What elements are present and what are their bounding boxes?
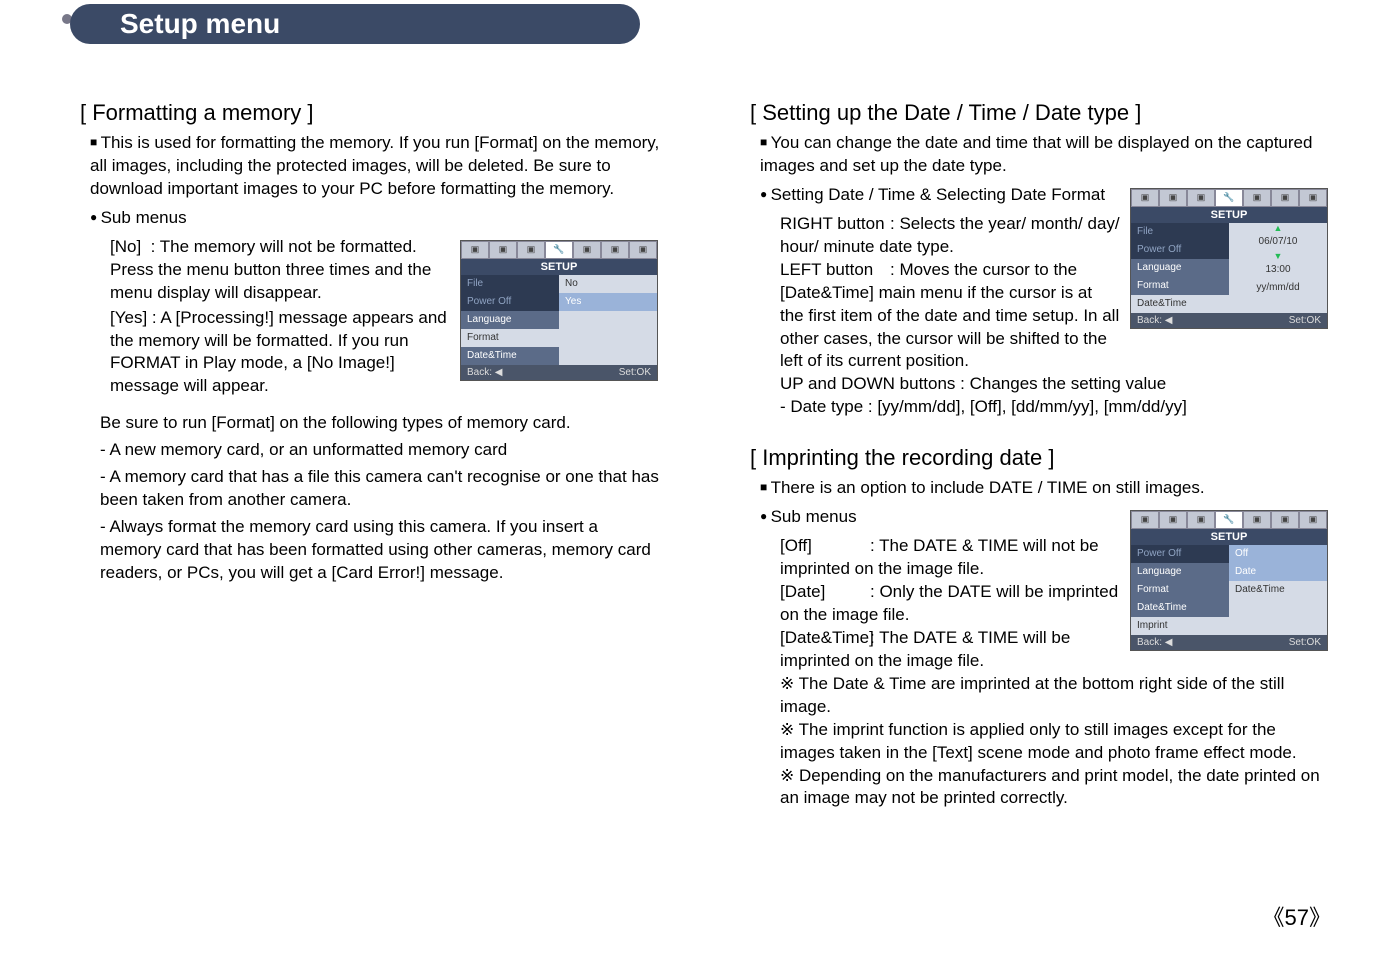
menu-setok: Set:OK: [1289, 315, 1321, 326]
note-3: - Always format the memory card using th…: [100, 516, 660, 585]
heading-formatting: [ Formatting a memory ]: [80, 100, 660, 126]
menu-tab-icon: ▣: [489, 241, 517, 259]
left-column: [ Formatting a memory ] This is used for…: [50, 94, 660, 810]
yes-text: : A [Processing!] message appears and th…: [110, 308, 447, 396]
menu-item: Power Off: [1131, 241, 1229, 259]
menu-tab-icon: ▣: [1299, 189, 1327, 207]
menu-title: SETUP: [1131, 529, 1327, 545]
menu-setok: Set:OK: [1289, 637, 1321, 648]
menu-tab-icon: ▣: [1187, 511, 1215, 529]
menu-back: Back: ◀: [467, 367, 502, 378]
menu-option: No: [559, 275, 657, 293]
menu-tab-icon: ▣: [1159, 189, 1187, 207]
datetime-label: [Date&Time]: [780, 627, 870, 650]
menu-option: Date&Time: [1229, 581, 1327, 599]
menu-tab-icon: ▣: [1131, 511, 1159, 529]
right-column: [ Setting up the Date / Time / Date type…: [720, 94, 1330, 810]
menu-tab-icon: ▣: [573, 241, 601, 259]
menu-item: File: [461, 275, 559, 293]
menu-item: File: [1131, 223, 1229, 241]
menu-item: Power Off: [461, 293, 559, 311]
banner-title: Setup menu: [120, 8, 280, 40]
setup-menu-format: ▣ ▣ ▣ 🔧 ▣ ▣ ▣ SETUP File Power Off Langu: [460, 240, 660, 381]
menu-item: Format: [1131, 277, 1229, 295]
menu-tab-icon: ▣: [1299, 511, 1327, 529]
menu-tab-icon: ▣: [1271, 189, 1299, 207]
setup-menu-date: ▣ ▣ ▣ 🔧 ▣ ▣ ▣ SETUP File Power Off Langu: [1130, 188, 1330, 329]
menu-option: Off: [1229, 545, 1327, 563]
menu-title: SETUP: [1131, 207, 1327, 223]
menu-item: Format: [461, 329, 559, 347]
menu-item: Date&Time: [1131, 599, 1229, 617]
date-intro: You can change the date and time that wi…: [760, 132, 1330, 178]
menu-time-value: 13:00: [1229, 261, 1327, 279]
imprint-note-2: The imprint function is applied only to …: [780, 719, 1330, 765]
menu-tab-icon: 🔧: [545, 241, 573, 259]
off-label: [Off]: [780, 535, 870, 558]
menu-item: Imprint: [1131, 617, 1229, 635]
note-1: - A new memory card, or an unformatted m…: [100, 439, 660, 462]
imprint-note-3: Depending on the manufacturers and print…: [780, 765, 1330, 811]
menu-option: Yes: [559, 293, 657, 311]
banner: Setup menu: [0, 0, 1381, 54]
menu-item: Format: [1131, 581, 1229, 599]
menu-tab-icon: ▣: [517, 241, 545, 259]
menu-tab-icon: ▣: [601, 241, 629, 259]
menu-item: Language: [1131, 259, 1229, 277]
no-text: : The memory will not be formatted. Pres…: [110, 237, 431, 302]
menu-tab-icon: 🔧: [1215, 511, 1243, 529]
right-button-label: RIGHT button: [780, 213, 890, 236]
setup-menu-imprint: ▣ ▣ ▣ 🔧 ▣ ▣ ▣ SETUP Power Off Language F: [1130, 510, 1330, 651]
menu-item: Power Off: [1131, 545, 1229, 563]
left-button-label: LEFT button: [780, 259, 890, 282]
submenus-label: Sub menus: [90, 207, 660, 230]
menu-datetype-value: yy/mm/dd: [1229, 279, 1327, 297]
yes-label: [Yes]: [110, 308, 147, 327]
page-number: 《57》: [1263, 900, 1331, 932]
menu-tab-icon: ▣: [1243, 189, 1271, 207]
format-intro: This is used for formatting the memory. …: [90, 132, 660, 201]
note-2: - A memory card that has a file this cam…: [100, 466, 660, 512]
menu-item: Language: [1131, 563, 1229, 581]
date-label: [Date]: [780, 581, 870, 604]
menu-title: SETUP: [461, 259, 657, 275]
menu-item: Date&Time: [1131, 295, 1229, 313]
menu-tab-icon: ▣: [1187, 189, 1215, 207]
be-sure-text: Be sure to run [Format] on the following…: [100, 412, 660, 435]
menu-back: Back: ◀: [1137, 315, 1172, 326]
menu-tab-icon: ▣: [461, 241, 489, 259]
no-label: [No]: [110, 237, 141, 256]
menu-tab-icon: ▣: [1271, 511, 1299, 529]
menu-item: Language: [461, 311, 559, 329]
menu-tab-icon: ▣: [1159, 511, 1187, 529]
menu-tab-icon: ▣: [629, 241, 657, 259]
menu-back: Back: ◀: [1137, 637, 1172, 648]
menu-item: Date&Time: [461, 347, 559, 365]
menu-tab-icon: 🔧: [1215, 189, 1243, 207]
datetype-text: - Date type : [yy/mm/dd], [Off], [dd/mm/…: [780, 396, 1330, 419]
menu-setok: Set:OK: [619, 367, 651, 378]
menu-date-value: 06/07/10: [1229, 233, 1327, 251]
menu-tab-icon: ▣: [1243, 511, 1271, 529]
updown-text: UP and DOWN buttons : Changes the settin…: [780, 373, 1330, 396]
imprint-note-1: The Date & Time are imprinted at the bot…: [780, 673, 1330, 719]
heading-imprint: [ Imprinting the recording date ]: [750, 445, 1330, 471]
imprint-intro: There is an option to include DATE / TIM…: [760, 477, 1330, 500]
heading-datetime: [ Setting up the Date / Time / Date type…: [750, 100, 1330, 126]
menu-option: Date: [1229, 563, 1327, 581]
menu-tab-icon: ▣: [1131, 189, 1159, 207]
